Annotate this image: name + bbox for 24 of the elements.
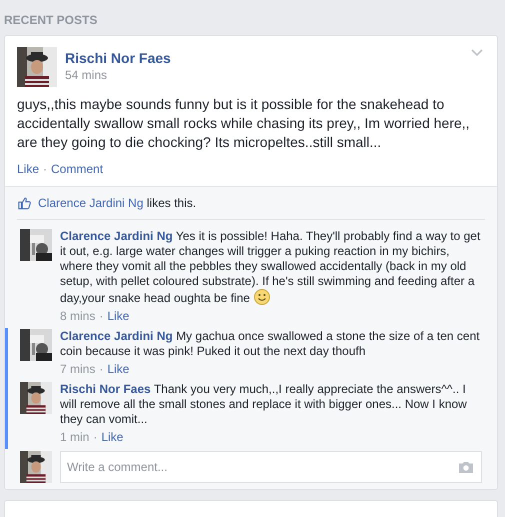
post-time[interactable]: 54 mins: [65, 67, 108, 83]
like-link[interactable]: Like: [107, 308, 130, 324]
commenter-link[interactable]: Clarence Jardini Ng: [60, 329, 173, 343]
separator-dot: ·: [43, 161, 48, 178]
commenter-link[interactable]: Clarence Jardini Ng: [60, 229, 173, 243]
section-title: RECENT POSTS: [4, 12, 98, 29]
action-link[interactable]: Comment: [51, 160, 104, 178]
comment-time[interactable]: 1 min: [60, 429, 90, 445]
separator-dot: ·: [93, 429, 98, 445]
commenter-link[interactable]: Rischi Nor Faes: [60, 382, 151, 396]
likes-text: Clarence Jardini Ng likes this.: [38, 195, 196, 212]
comment-time[interactable]: 8 mins: [60, 308, 96, 324]
post-text: guys,,this maybe sounds funny but is it possible for the snakehead to accidentally swallow small rocks while chasing its prey,, Im worried here,, are they going to die chocking? Its micropeltes..still small...: [17, 95, 471, 152]
action-link[interactable]: Like: [17, 160, 40, 178]
like-link[interactable]: Like: [107, 361, 130, 377]
comment-text: Rischi Nor Faes Thank you very much,.,I really appreciate the answers^^.. I will remove all the small stones and replace it with bigger ones... Now I know they can vomit...: [60, 382, 467, 426]
separator-dot: ·: [99, 361, 104, 377]
comment-text: Clarence Jardini Ng Yes it is possible! Haha. They'll probably find a way to get it out, e.g. large water changes will trigger a puking reaction in my bichirs, where they vomit all the pebbles they swallowed accidentally (back in my old setup, with pellet coloured substrate). If he's still swimming and feeding after a day,your snake head oughta be fine: [60, 229, 480, 305]
comment-text: Clarence Jardini Ng My gachua once swallowed a stone the size of a ten cent coin because it was pink! Puked it out the next day thoufh: [60, 329, 480, 358]
comment-field[interactable]: Write a comment...: [60, 451, 482, 483]
like-link[interactable]: Like: [101, 429, 124, 445]
author-link[interactable]: Rischi Nor Faes: [65, 49, 171, 67]
comment-time[interactable]: 7 mins: [60, 361, 96, 377]
separator-dot: ·: [99, 308, 104, 324]
